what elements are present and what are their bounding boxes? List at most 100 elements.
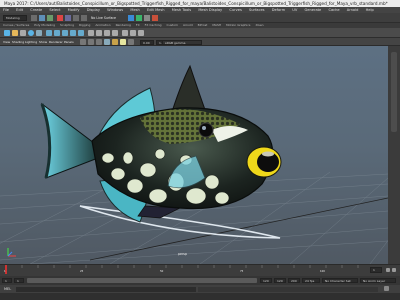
circle-icon[interactable] [28,29,34,36]
cone-icon[interactable] [70,29,76,36]
panel-menu-view[interactable]: View [3,40,10,44]
wireframe-icon[interactable] [96,39,102,45]
command-input[interactable] [16,286,196,292]
panel-menu-show[interactable]: Show [39,40,47,44]
shelf-tab-motion-graphics[interactable]: Motion Graphics [226,23,250,27]
eye-highlight [202,126,206,130]
menu-mesh[interactable]: Mesh [130,8,139,12]
snap-grid-icon[interactable] [65,15,71,21]
cube-icon[interactable] [54,29,60,36]
plane-icon[interactable] [78,29,84,36]
character-set-dropdown[interactable]: No Character Set [322,278,358,283]
save-scene-icon[interactable] [47,15,53,21]
panel-menu-shading[interactable]: Shading [12,40,24,44]
anim-end2-field[interactable]: 200 [288,278,300,283]
menu-mesh-tools[interactable]: Mesh Tools [172,8,191,12]
loft-icon[interactable] [88,29,94,36]
menu-edit[interactable]: Edit [16,8,23,12]
command-language-label[interactable]: MEL [4,287,11,291]
cylinder-icon[interactable] [62,29,68,36]
panel-menu-renderer[interactable]: Renderer [49,40,63,44]
playback-start-field[interactable]: 1 [14,278,24,283]
shelf-tab-fx-caching[interactable]: FX Caching [145,23,162,27]
exposure-field[interactable]: 0.00 [140,39,154,45]
range-bar[interactable] [27,278,257,283]
shelf-tab-fx[interactable]: FX [136,23,140,27]
menu-arnold[interactable]: Arnold [347,8,359,12]
colorspace-value: sRGB gamma [165,40,186,45]
shelf-tab-rigging[interactable]: Rigging [79,23,90,27]
shelf-tab-mash[interactable]: MASH [212,23,221,27]
snap-curve-icon[interactable] [73,15,79,21]
menu-display[interactable]: Display [87,8,100,12]
rebuild-icon[interactable] [138,29,144,36]
menu-surfaces[interactable]: Surfaces [249,8,265,12]
sphere-icon[interactable] [46,29,52,36]
extrude-icon[interactable] [104,29,110,36]
detach-icon[interactable] [130,29,136,36]
ipr-render-icon[interactable] [136,15,142,21]
anim-layer-dropdown[interactable]: No Anim Layer [360,278,396,283]
menu-curves[interactable]: Curves [229,8,241,12]
render-settings-icon[interactable] [144,15,150,21]
menu-modify[interactable]: Modify [68,8,80,12]
window-title: Maya 2017: C:/Users/aut/Balistoides_Cons… [4,1,388,6]
menu-cache[interactable]: Cache [328,8,339,12]
pencil-curve-icon[interactable] [20,29,26,36]
live-surface-label[interactable]: No Live Surface [91,16,116,20]
menu-windows[interactable]: Windows [107,8,123,12]
open-scene-icon[interactable] [39,15,45,21]
menu-file[interactable]: File [3,8,9,12]
planar-icon[interactable] [112,29,118,36]
curve-cv-icon[interactable] [4,29,10,36]
script-editor-icon[interactable] [384,286,389,291]
menu-mesh-display[interactable]: Mesh Display [198,8,222,12]
new-scene-icon[interactable] [31,15,37,21]
shelf-tab-sculpting[interactable]: Sculpting [60,23,74,27]
menu-edit-mesh[interactable]: Edit Mesh [147,8,165,12]
curve-ep-icon[interactable] [12,29,18,36]
playback-end-field[interactable]: 120 [260,278,272,283]
smooth-shade-icon[interactable] [104,39,110,45]
menu-uv[interactable]: UV [292,8,297,12]
menu-generate[interactable]: Generate [304,8,321,12]
shelf-tab-curves-surfaces[interactable]: Curves / Surfaces [3,23,29,27]
fish-eye[interactable] [198,122,214,138]
grid-toggle-icon[interactable] [88,39,94,45]
snap-point-icon[interactable] [81,15,87,21]
time-slider[interactable]: 1 25 50 75 100 1 [0,264,400,276]
colorspace-dropdown[interactable]: sRGB gamma [162,39,202,45]
step-forward-icon[interactable] [392,268,396,272]
fps-dropdown[interactable]: 24 fps [302,278,320,283]
render-icon[interactable] [128,15,134,21]
menu-help[interactable]: Help [366,8,374,12]
panel-menu-lighting[interactable]: Lighting [25,40,37,44]
revolve-icon[interactable] [96,29,102,36]
anim-end-field[interactable]: 120 [274,278,286,283]
textured-icon[interactable] [112,39,118,45]
current-frame-field[interactable]: 1 [370,267,382,273]
shelf-tab-poly-modeling[interactable]: Poly Modeling [34,23,55,27]
menu-create[interactable]: Create [30,8,42,12]
shelf-tab-rendering[interactable]: Rendering [116,23,131,27]
menu-deform[interactable]: Deform [272,8,285,12]
play-forward-icon[interactable] [386,268,390,272]
shelf-tab-custom[interactable]: Custom [166,23,178,27]
select-mode-icon[interactable] [57,15,63,21]
mode-dropdown[interactable]: Modeling [3,15,27,21]
shelf-tab-animation[interactable]: Animation [95,23,110,27]
anim-start-field[interactable]: 1 [2,278,12,283]
attach-icon[interactable] [122,29,128,36]
viewport-3d[interactable]: persp [0,46,388,264]
shelf-tab-bifrost[interactable]: Bifrost [198,23,208,27]
panel-menu-panels[interactable]: Panels [64,40,74,44]
menu-select[interactable]: Select [49,8,60,12]
camera-icon[interactable] [80,39,86,45]
shelf-tab-arnold[interactable]: Arnold [183,23,193,27]
shelf-tab-xgen[interactable]: XGen [255,23,263,27]
shadows-icon[interactable] [128,39,134,45]
lights-icon[interactable] [120,39,126,45]
hypershade-icon[interactable] [152,15,158,21]
panel-scroll-handle[interactable] [391,52,397,132]
square-icon[interactable] [36,29,42,36]
